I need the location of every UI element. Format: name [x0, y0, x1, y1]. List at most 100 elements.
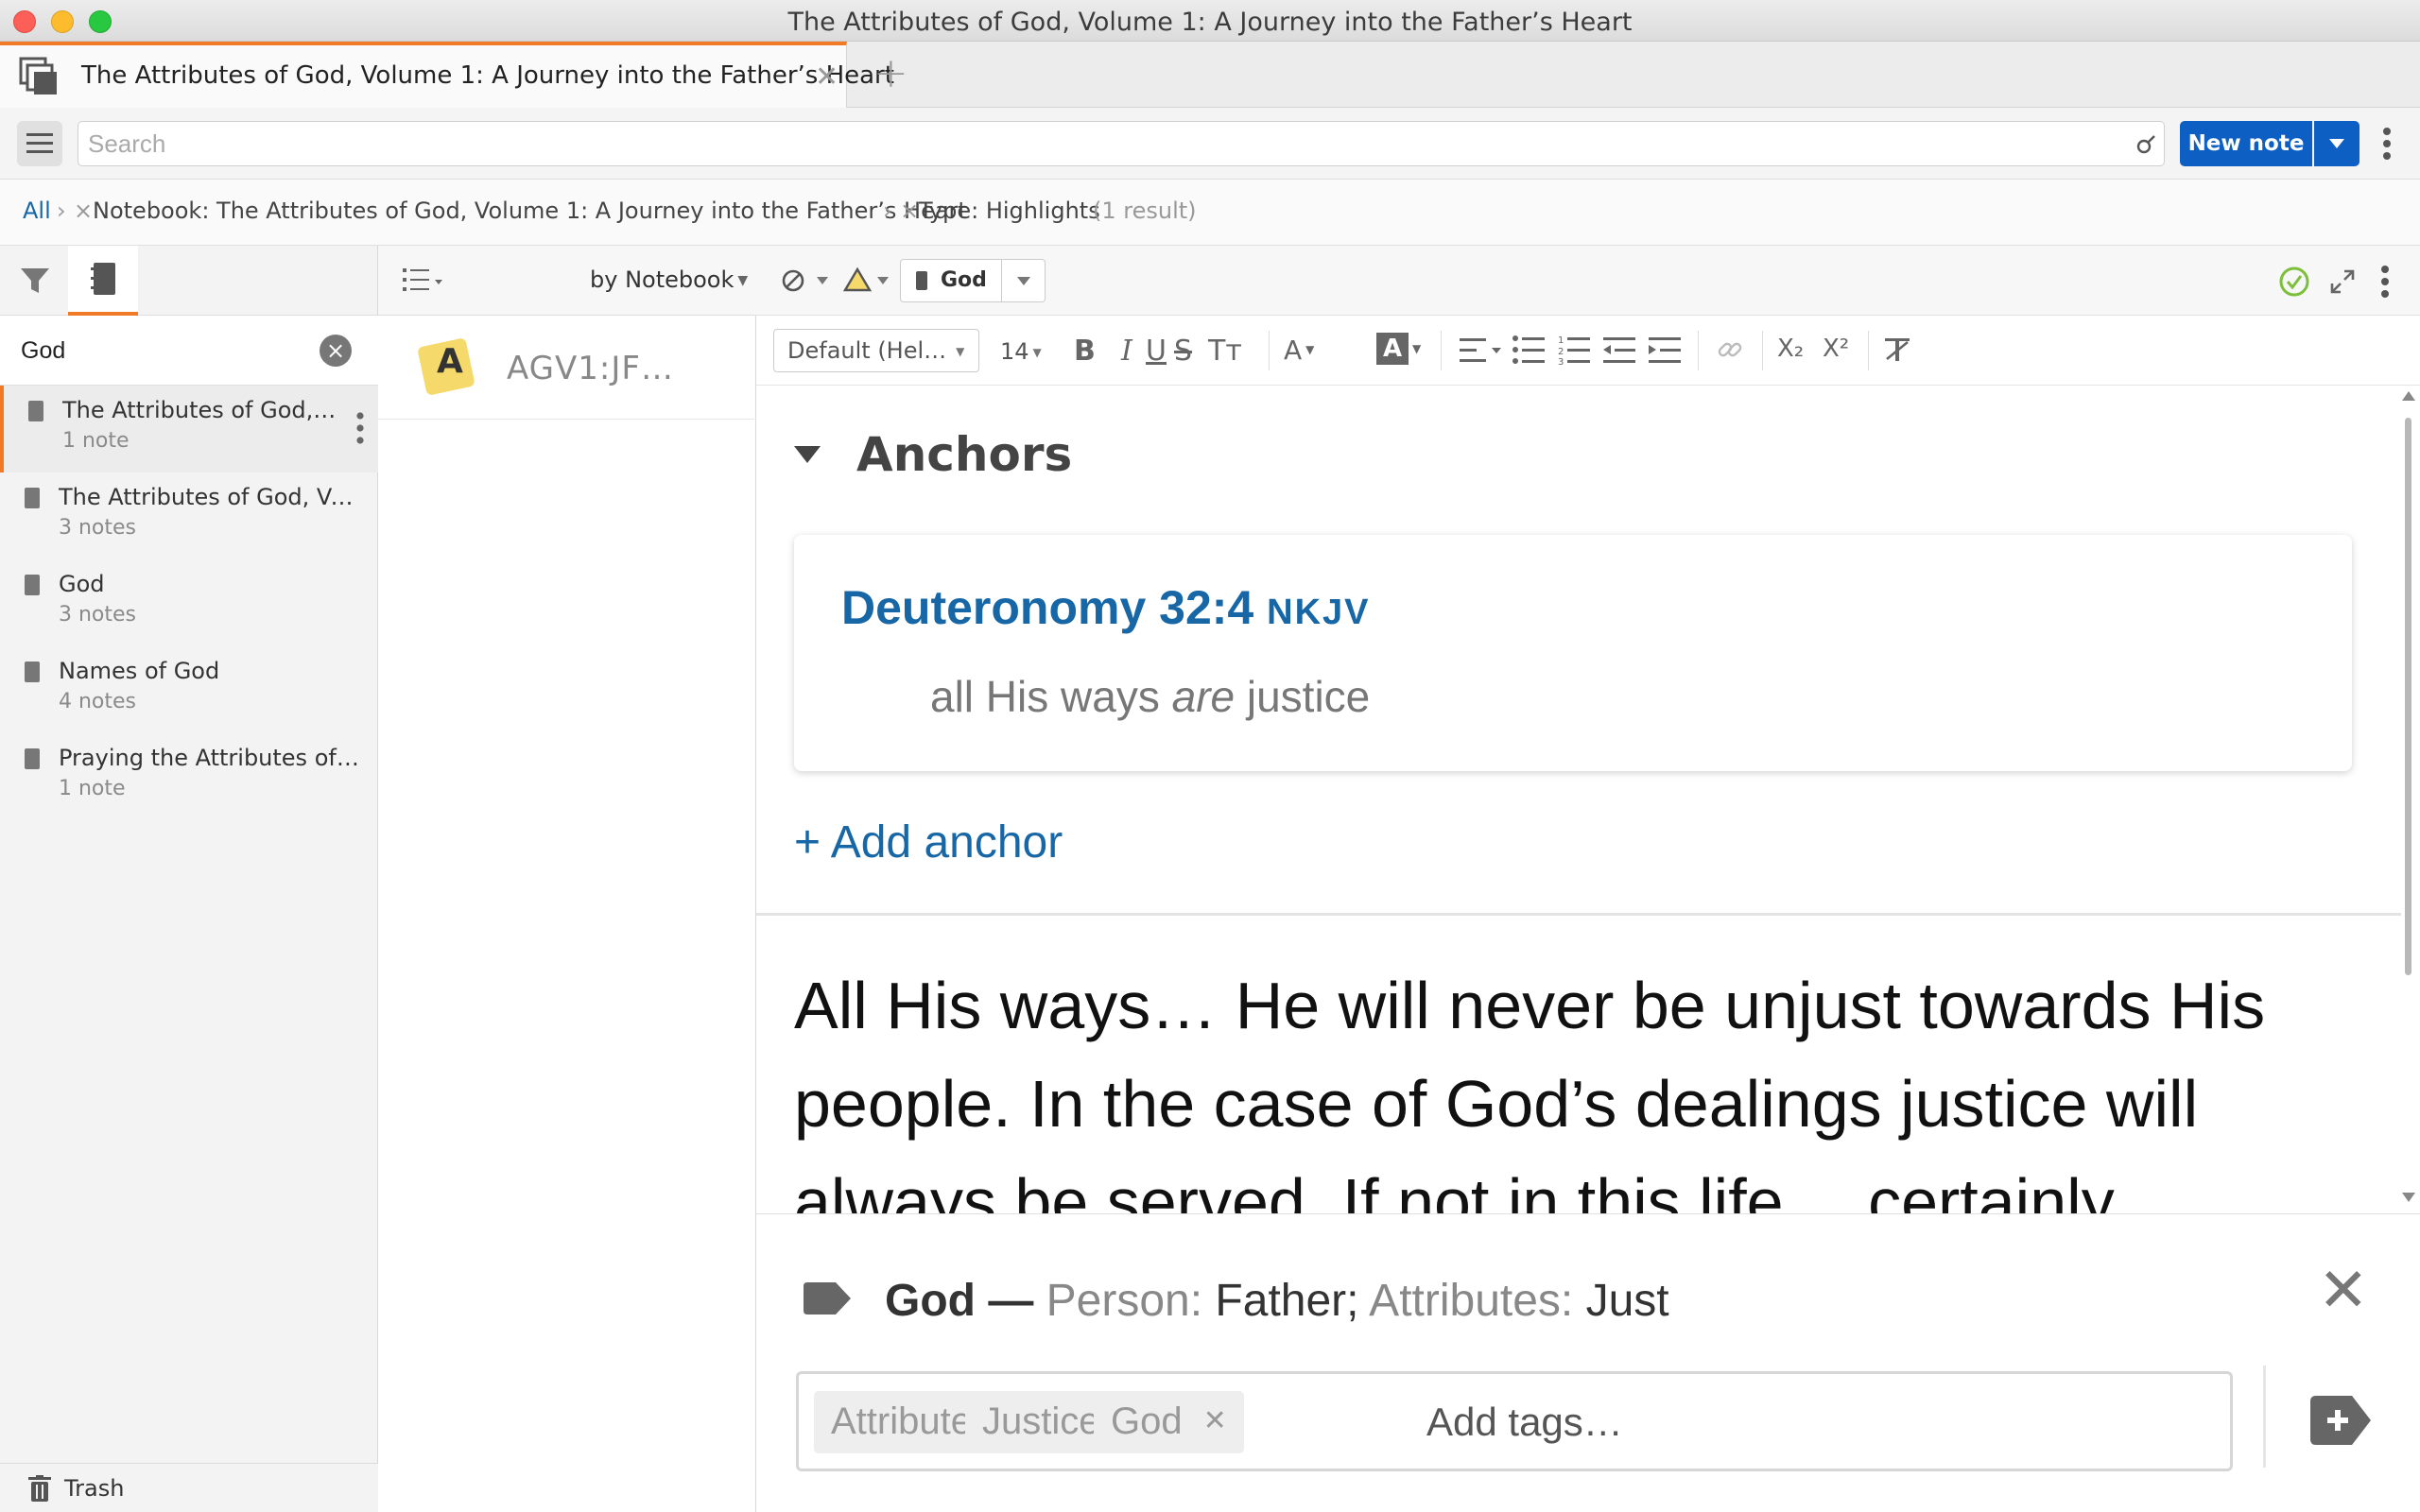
font-size-value: 14 [1000, 338, 1029, 365]
anchor-excerpt-text: all His ways [930, 672, 1172, 721]
editor-scrollbar[interactable] [2401, 391, 2416, 1204]
notebook-title: The Attributes of God, Volu… [59, 484, 361, 510]
search-input[interactable] [88, 122, 2111, 165]
notebook-icon [916, 271, 927, 290]
tag-icon [804, 1282, 851, 1314]
remove-tag-icon[interactable]: ✕ [1203, 1405, 1227, 1436]
tab-notes[interactable]: The Attributes of God, Volume 1: A Journ… [0, 42, 894, 108]
notebook-item[interactable]: The Attributes of God, Volu… 3 notes [0, 472, 378, 559]
notebook-selector-dropdown[interactable] [1002, 259, 1046, 302]
breadcrumb-separator: › [57, 198, 66, 224]
notebook-filter-chip[interactable]: Notebook: The Attributes of God, Volume … [93, 198, 967, 224]
add-tag-icon[interactable] [2310, 1396, 2371, 1445]
sort-dropdown[interactable]: by Notebook ▼ [590, 266, 748, 293]
note-list-pane: by Notebook ▼ A AGV1:JF… [378, 246, 756, 1512]
anchors-heading: Anchors [856, 427, 1073, 482]
notebook-item[interactable]: Names of God 4 notes [0, 646, 378, 733]
bullet-list-icon[interactable] [1512, 335, 1545, 365]
clear-format-icon[interactable] [1883, 336, 1911, 363]
trash-button[interactable]: Trash [0, 1463, 378, 1512]
editor-more-icon[interactable] [2380, 265, 2390, 299]
remove-type-filter-icon[interactable]: × [900, 198, 919, 224]
tab-close-icon[interactable]: ✕ [815, 60, 838, 94]
notebook-filter-input[interactable] [21, 333, 304, 369]
highlight-color-icon[interactable]: A [1376, 333, 1409, 365]
font-size-select[interactable]: 14 ▼ [993, 329, 1051, 372]
subscript-icon[interactable]: X₂ [1777, 335, 1804, 363]
indent-icon[interactable] [1649, 335, 1681, 365]
underline-icon[interactable]: U [1146, 335, 1167, 368]
new-note-button[interactable]: New note [2180, 121, 2312, 166]
toolbar: New note [0, 108, 2420, 180]
link-icon[interactable] [1717, 336, 1743, 363]
notebook-item[interactable]: The Attributes of God, V… 1 note [0, 386, 378, 472]
caret-down-icon[interactable] [877, 277, 889, 284]
highlight-letter: A [437, 342, 463, 381]
caret-down-icon[interactable]: ▼ [1412, 342, 1421, 355]
anchor-excerpt-text: justice [1235, 672, 1371, 721]
superscript-icon[interactable]: X² [1823, 335, 1849, 363]
svg-text:1: 1 [1558, 335, 1564, 346]
toolbar-divider [1868, 331, 1869, 370]
notebook-more-icon[interactable] [355, 412, 365, 444]
trash-icon [28, 1475, 51, 1502]
tag-label: God [1111, 1400, 1183, 1442]
font-family-value: Default (Hel… [787, 337, 947, 364]
note-body-text[interactable]: All His ways… He will never be unjust to… [794, 956, 2382, 1217]
search-box [78, 121, 2165, 166]
filter-icon [21, 268, 49, 293]
italic-icon[interactable]: I [1121, 335, 1132, 368]
sidebar-tabs [0, 246, 378, 316]
new-note-dropdown-button[interactable] [2314, 121, 2360, 166]
remove-notebook-filter-icon[interactable]: × [74, 198, 93, 224]
notebook-item[interactable]: Praying the Attributes of God 1 note [0, 733, 378, 820]
toolbar-divider [1762, 331, 1763, 370]
caret-down-icon[interactable] [817, 277, 828, 284]
align-icon[interactable] [1460, 336, 1503, 365]
tab-filters[interactable] [0, 246, 68, 316]
text-size-icon[interactable]: Tт [1208, 335, 1242, 368]
notebook-icon [91, 263, 115, 295]
outdent-icon[interactable] [1603, 335, 1635, 365]
note-content: Anchors Deuteronomy 32:4 NKJV all His wa… [756, 386, 2420, 1217]
no-style-icon[interactable] [781, 268, 805, 293]
caret-down-icon: ▼ [1032, 346, 1042, 359]
tab-notebooks[interactable] [68, 246, 138, 316]
bold-icon[interactable]: B [1074, 335, 1096, 368]
notebook-item[interactable]: God 3 notes [0, 559, 378, 646]
strikethrough-icon[interactable]: S [1174, 335, 1192, 368]
notebook-title: Praying the Attributes of God [59, 745, 361, 771]
notebook-selector-button[interactable]: God [900, 259, 1002, 302]
add-anchor-link[interactable]: + Add anchor [794, 816, 1063, 868]
more-options-icon[interactable] [2382, 127, 2392, 161]
font-family-select[interactable]: Default (Hel… ▼ [773, 329, 979, 372]
breadcrumb-all-link[interactable]: All [23, 198, 51, 224]
highlight-style-icon[interactable] [843, 266, 872, 293]
numbered-list-icon[interactable]: 1 2 3 [1558, 335, 1590, 365]
tag-summary-dash: — [975, 1276, 1046, 1326]
anchor-reference-link[interactable]: Deuteronomy 32:4 NKJV [841, 580, 1371, 635]
note-title: AGV1:JF… [507, 350, 674, 387]
anchor-card[interactable]: Deuteronomy 32:4 NKJV all His ways are j… [794, 535, 2352, 771]
expand-icon[interactable] [2329, 268, 2356, 295]
caret-down-icon: ▼ [956, 345, 965, 358]
tag-panel: God — Person: Father; Attributes: Just ✕… [756, 1213, 2420, 1512]
note-list-item[interactable]: A AGV1:JF… [378, 316, 756, 420]
scroll-down-icon[interactable] [2402, 1193, 2415, 1202]
collapse-triangle-icon[interactable] [794, 446, 821, 463]
add-tags-input[interactable] [1426, 1393, 2183, 1452]
menu-button[interactable] [17, 121, 62, 166]
search-icon[interactable] [2135, 133, 2158, 156]
list-view-icon[interactable] [403, 266, 442, 295]
scrollbar-thumb[interactable] [2405, 418, 2411, 975]
tag-person-value: Father; [1215, 1276, 1359, 1326]
new-tab-button[interactable]: + [873, 49, 908, 97]
window-title: The Attributes of God, Volume 1: A Journ… [787, 8, 1633, 37]
type-filter-chip[interactable]: Type: Highlights [919, 198, 1100, 224]
breadcrumb: All › × Notebook: The Attributes of God,… [0, 180, 2420, 246]
font-color-icon[interactable]: A ▼ [1284, 335, 1314, 366]
scroll-up-icon[interactable] [2402, 391, 2415, 401]
tag-pill[interactable]: God ✕ [1094, 1391, 1244, 1453]
close-tag-panel-icon[interactable]: ✕ [2318, 1256, 2369, 1326]
clear-filter-icon[interactable]: × [320, 335, 352, 367]
